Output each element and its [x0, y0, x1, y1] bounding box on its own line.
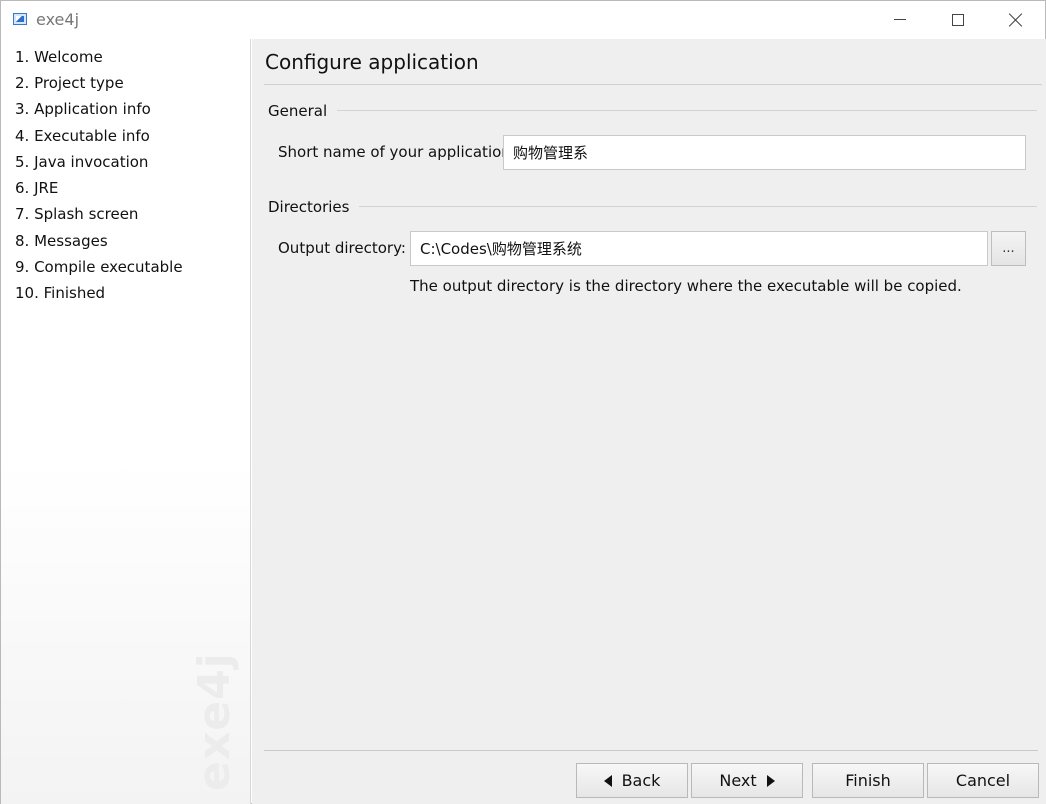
app-window: exe4j 1. Welcome 2. Project type 3. Appl…: [0, 0, 1046, 804]
arrow-right-icon: [766, 774, 775, 787]
short-name-input[interactable]: [503, 135, 1026, 170]
sidebar-step-project-type[interactable]: 2. Project type: [15, 74, 124, 92]
app-icon: [13, 13, 27, 25]
sidebar-step-finished[interactable]: 10. Finished: [15, 284, 105, 302]
sidebar-step-splash-screen[interactable]: 7. Splash screen: [15, 205, 138, 223]
close-icon: [1009, 13, 1023, 27]
output-directory-label: Output directory:: [278, 239, 406, 257]
sidebar-step-application-info[interactable]: 3. Application info: [15, 100, 151, 118]
back-button[interactable]: Back: [576, 763, 688, 798]
main-panel: Configure application General Short name…: [252, 39, 1046, 804]
maximize-button[interactable]: [929, 1, 987, 39]
sidebar-step-compile-executable[interactable]: 9. Compile executable: [15, 258, 183, 276]
browse-button[interactable]: ...: [991, 231, 1026, 266]
output-directory-input[interactable]: [410, 231, 988, 266]
window-title: exe4j: [36, 10, 80, 29]
sidebar-step-messages[interactable]: 8. Messages: [15, 232, 108, 250]
maximize-icon: [952, 14, 964, 26]
next-button-label: Next: [719, 771, 757, 790]
arrow-left-icon: [603, 774, 612, 787]
page-title: Configure application: [265, 50, 479, 74]
sidebar-step-java-invocation[interactable]: 5. Java invocation: [15, 153, 148, 171]
general-section-label: General: [268, 102, 338, 120]
next-button[interactable]: Next: [691, 763, 803, 798]
back-button-label: Back: [621, 771, 661, 790]
general-section-divider: [332, 110, 1037, 111]
sidebar-step-jre[interactable]: 6. JRE: [15, 179, 58, 197]
output-directory-help: The output directory is the directory wh…: [410, 277, 962, 295]
button-bar-divider: [264, 750, 1038, 751]
wizard-steps-sidebar: 1. Welcome 2. Project type 3. Applicatio…: [1, 39, 251, 804]
title-divider: [264, 84, 1042, 85]
exe4j-watermark-logo: exe4j: [189, 652, 240, 791]
close-button[interactable]: [987, 1, 1045, 39]
cancel-button-label: Cancel: [955, 771, 1011, 790]
directories-section-divider: [357, 206, 1037, 207]
sidebar-step-executable-info[interactable]: 4. Executable info: [15, 127, 150, 145]
minimize-icon: [894, 18, 906, 20]
cancel-button[interactable]: Cancel: [927, 763, 1039, 798]
minimize-button[interactable]: [871, 1, 929, 39]
finish-button[interactable]: Finish: [812, 763, 924, 798]
finish-button-label: Finish: [845, 771, 891, 790]
directories-section-label: Directories: [268, 198, 360, 216]
short-name-label: Short name of your application:: [278, 143, 516, 161]
title-bar[interactable]: exe4j: [1, 1, 1045, 39]
sidebar-step-welcome[interactable]: 1. Welcome: [15, 48, 103, 66]
